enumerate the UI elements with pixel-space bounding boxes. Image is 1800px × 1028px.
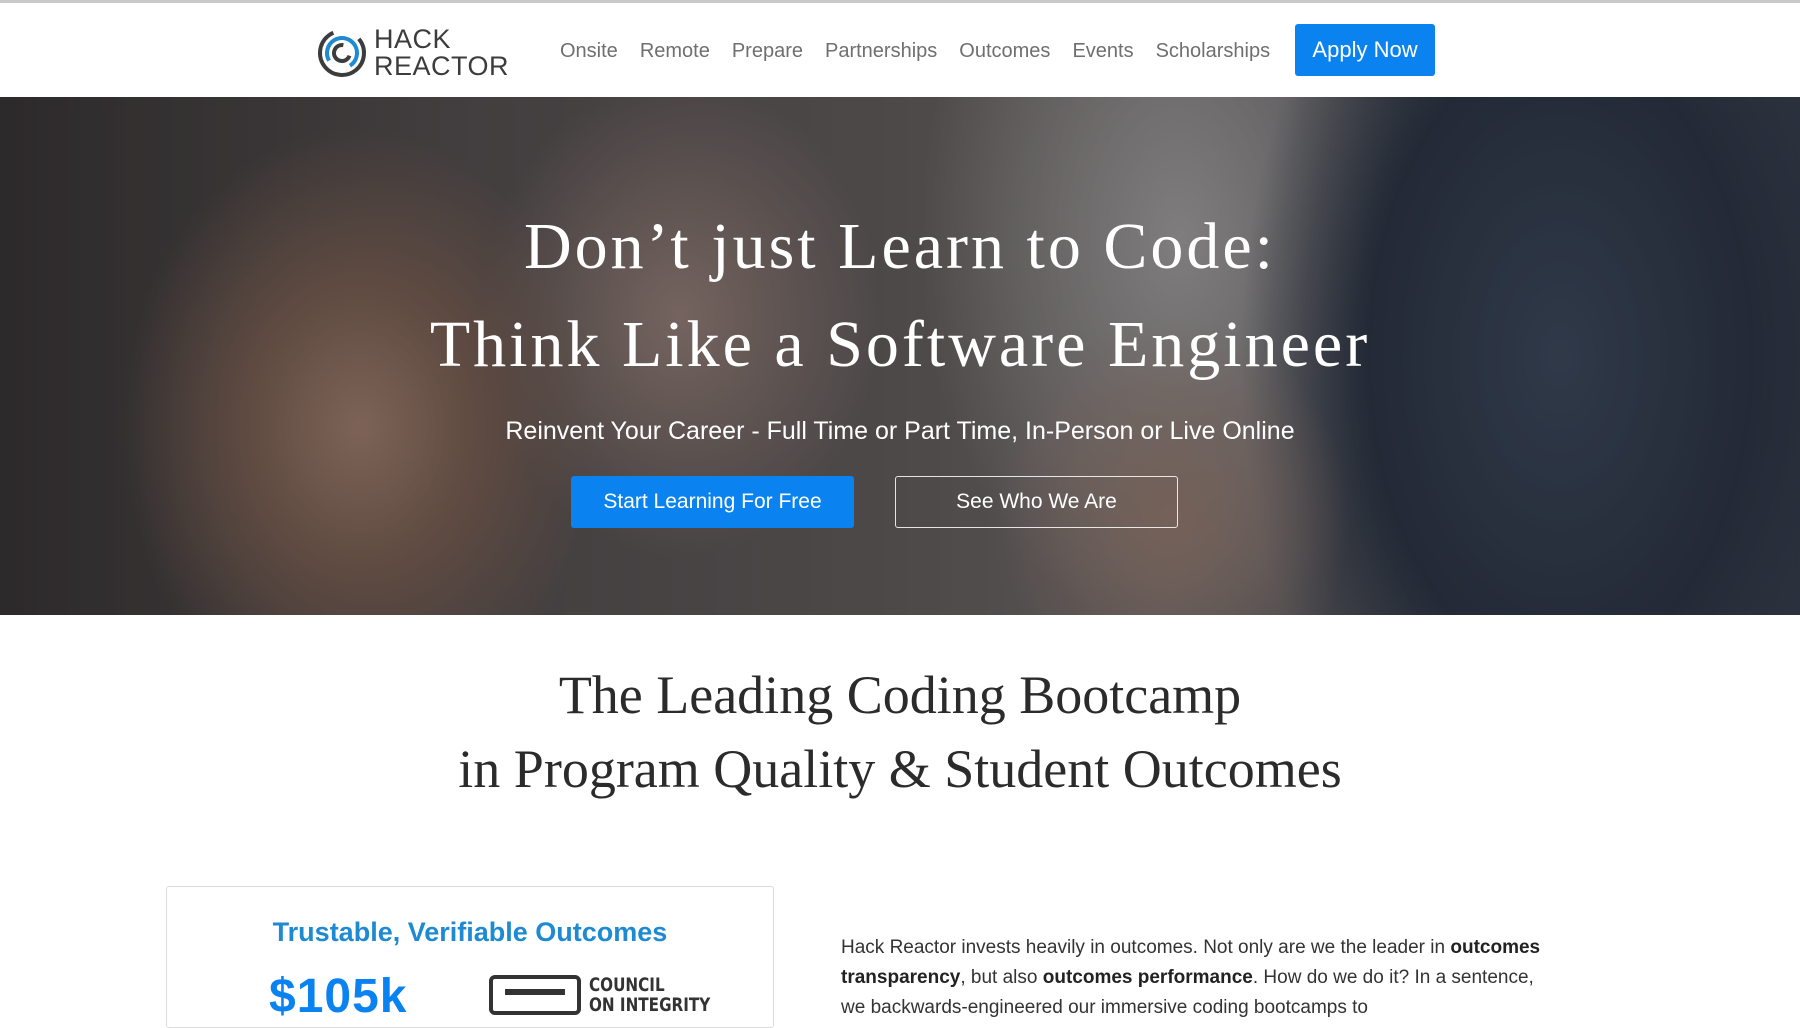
council-logo-icon <box>489 975 581 1015</box>
apply-now-button[interactable]: Apply Now <box>1295 24 1435 76</box>
nav-link-onsite[interactable]: Onsite <box>549 36 629 66</box>
paragraph-text-1: Hack Reactor invests heavily in outcomes… <box>841 937 1446 958</box>
nav-link-events[interactable]: Events <box>1061 36 1144 66</box>
paragraph-text-2: , but also <box>960 967 1043 988</box>
council-on-integrity-logo: COUNCIL ON INTEGRITY <box>489 975 741 1015</box>
top-navbar: HACK REACTOR Onsite Remote Prepare Partn… <box>0 3 1800 97</box>
hero-subtitle: Reinvent Your Career - Full Time or Part… <box>505 417 1295 445</box>
nav-link-outcomes[interactable]: Outcomes <box>948 36 1061 66</box>
hero-section: Don’t just Learn to Code: Think Like a S… <box>0 97 1800 615</box>
nav-link-partnerships[interactable]: Partnerships <box>814 36 948 66</box>
hack-reactor-logo-icon <box>318 29 366 77</box>
nav-link-prepare[interactable]: Prepare <box>721 36 814 66</box>
salary-stat: $105k <box>269 970 408 1023</box>
nav-link-remote[interactable]: Remote <box>629 36 721 66</box>
see-who-we-are-button[interactable]: See Who We Are <box>895 476 1178 528</box>
hero-title-line-1: Don’t just Learn to Code: <box>523 210 1276 283</box>
brand-logo[interactable]: HACK REACTOR <box>316 23 509 83</box>
hero-title-line-2: Think Like a Software Engineer <box>429 308 1371 381</box>
logo-wordmark: HACK REACTOR <box>374 26 509 80</box>
council-logo-text: COUNCIL ON INTEGRITY <box>589 975 710 1015</box>
start-learning-button[interactable]: Start Learning For Free <box>571 476 854 528</box>
outcomes-card-title: Trustable, Verifiable Outcomes <box>272 917 668 947</box>
council-line-1: COUNCIL <box>589 974 665 996</box>
logo-line-2: REACTOR <box>374 51 510 81</box>
outcomes-paragraph: Hack Reactor invests heavily in outcomes… <box>841 933 1561 1023</box>
logo-line-1: HACK <box>374 24 452 54</box>
section-heading-line-2: in Program Quality & Student Outcomes <box>458 739 1342 799</box>
nav-link-scholarships[interactable]: Scholarships <box>1145 36 1282 66</box>
council-line-2: ON INTEGRITY <box>589 994 711 1016</box>
outcomes-card: Trustable, Verifiable Outcomes $105k COU… <box>166 886 774 1028</box>
main-nav: Onsite Remote Prepare Partnerships Outco… <box>549 36 1281 66</box>
section-heading-line-1: The Leading Coding Bootcamp <box>558 665 1242 725</box>
paragraph-bold-performance: outcomes performance <box>1042 967 1253 988</box>
